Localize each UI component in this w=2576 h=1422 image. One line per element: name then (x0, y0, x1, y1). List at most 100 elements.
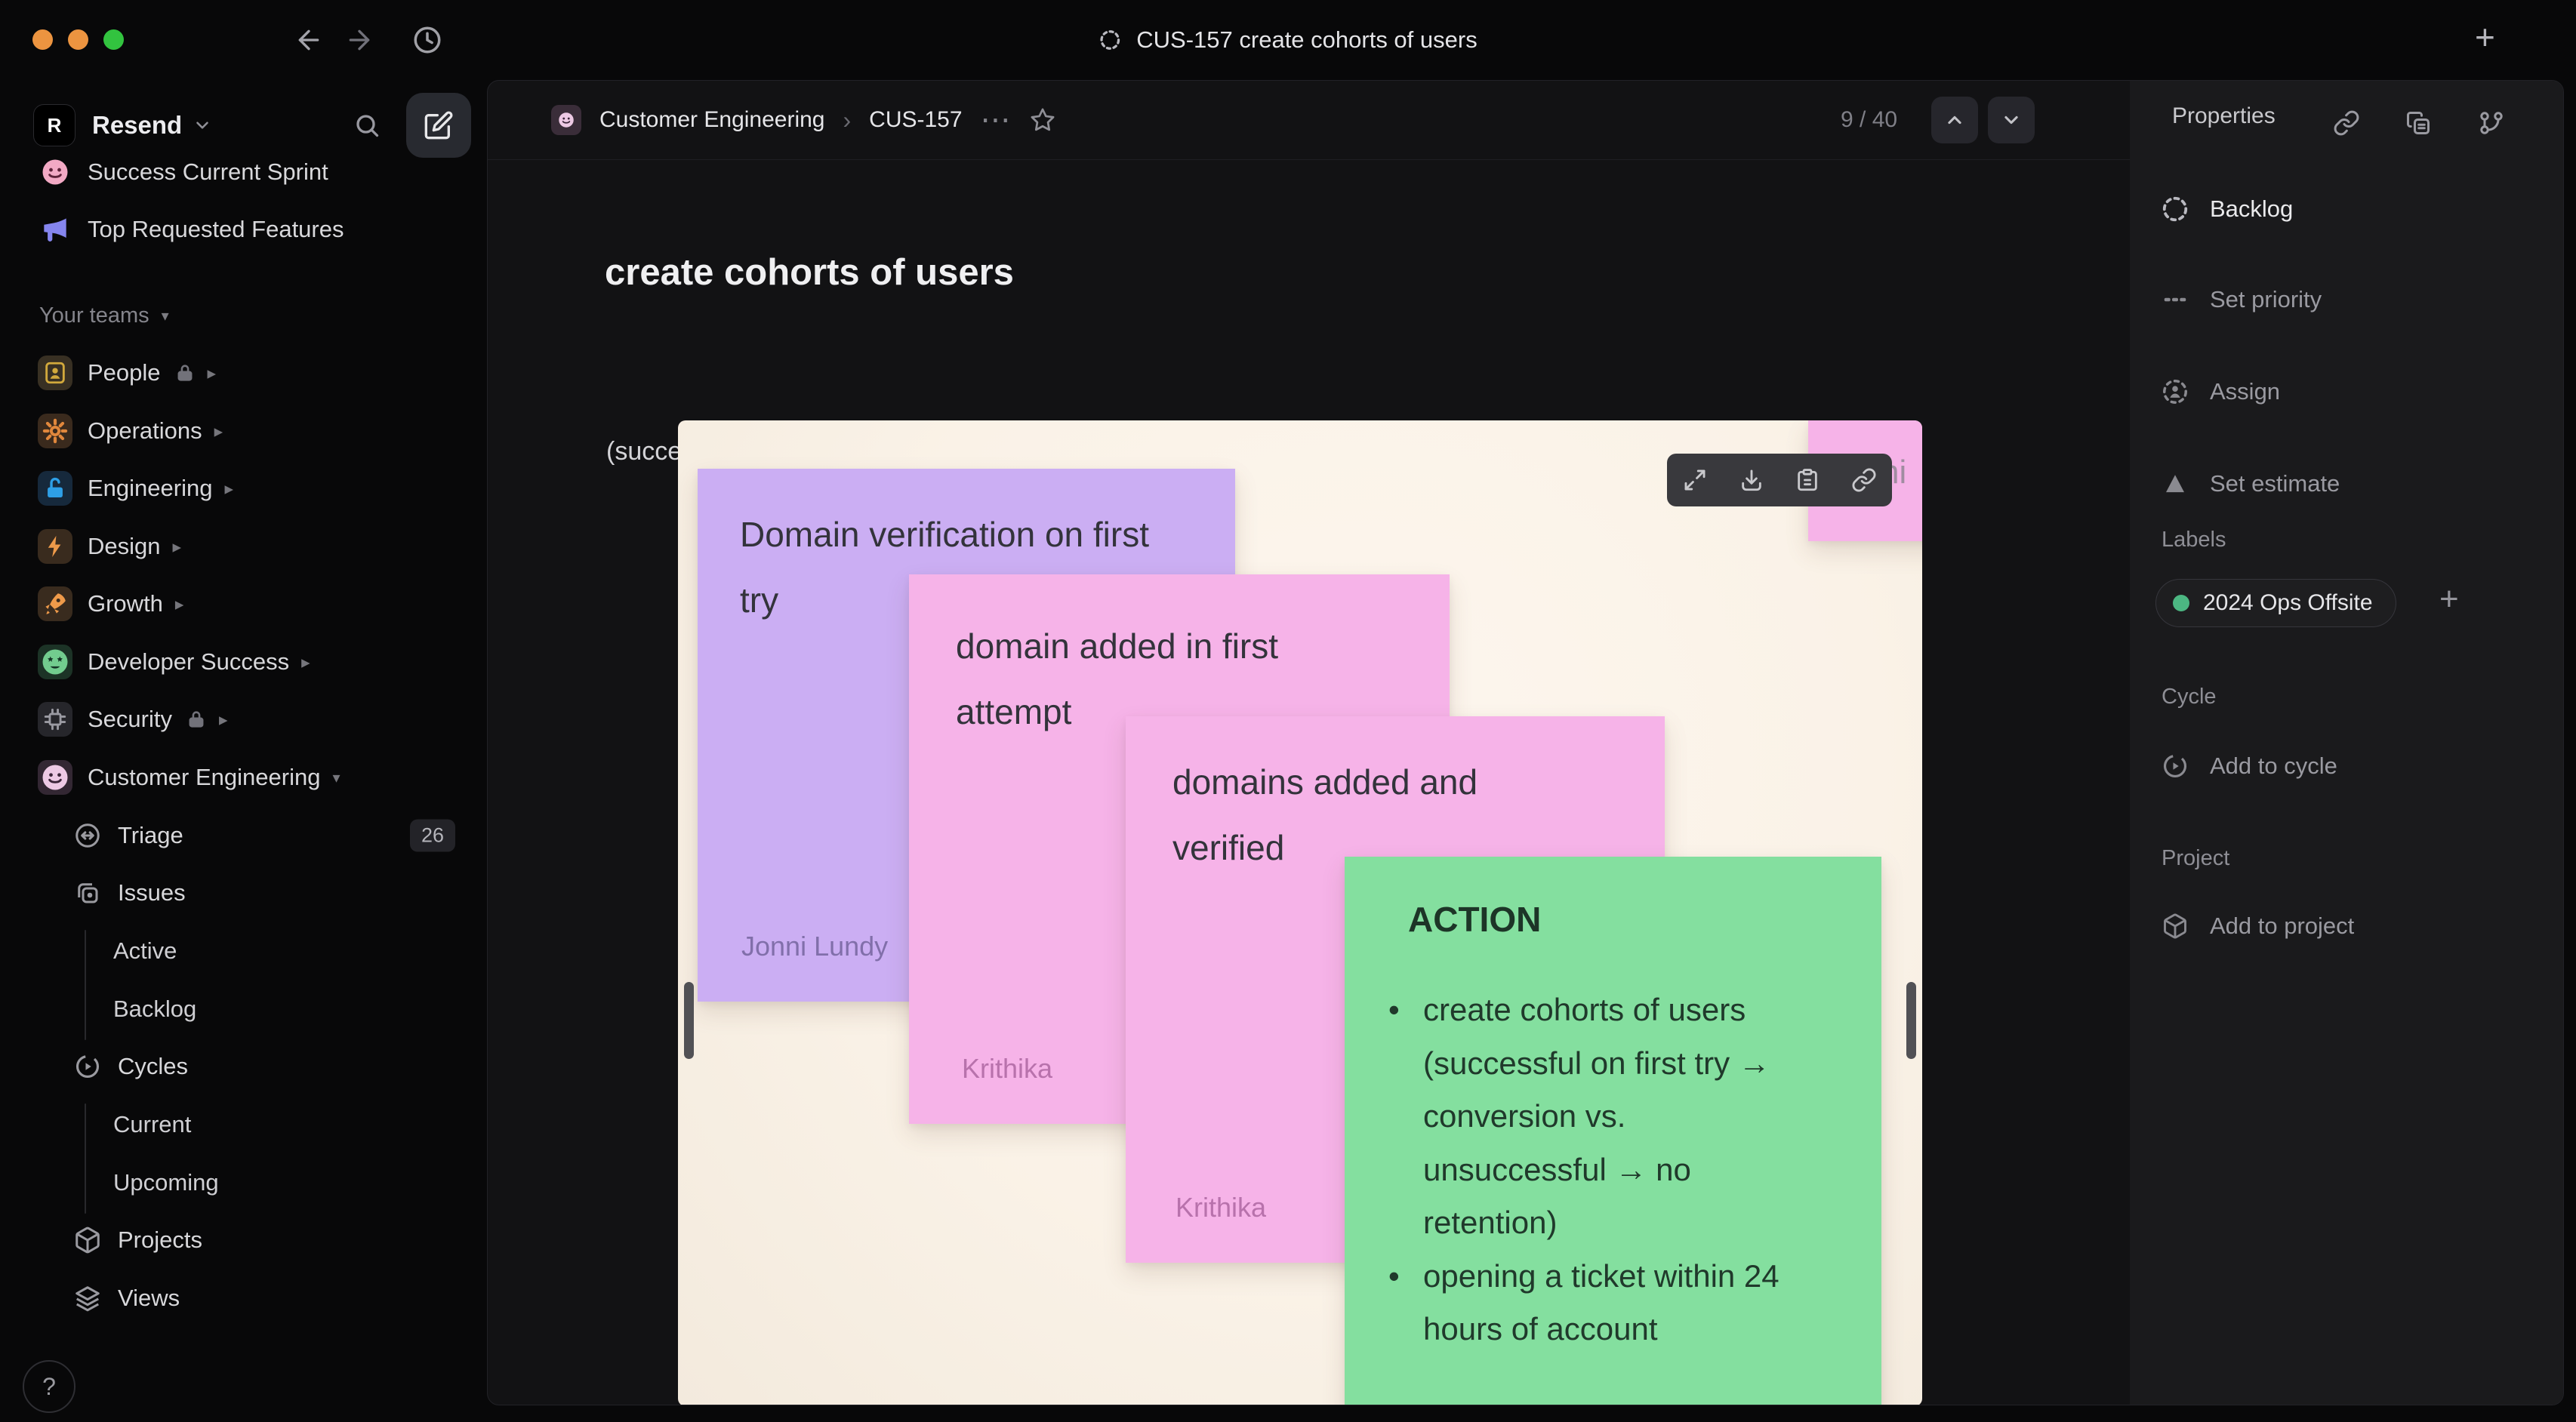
caret-right-icon[interactable]: ▸ (214, 421, 223, 442)
caret-right-icon[interactable]: ▸ (224, 479, 233, 499)
megaphone-icon (38, 212, 72, 247)
assignee-selector[interactable]: Assign (2158, 369, 2280, 414)
sidebar-item-issues[interactable]: Issues (0, 868, 487, 918)
breadcrumb: Customer Engineering › CUS-157 ⋯ (551, 81, 1056, 159)
forward-arrow-icon[interactable] (344, 25, 374, 55)
properties-header: Properties (2172, 103, 2276, 128)
id-badge-icon (38, 356, 72, 390)
sidebar-item-customer-engineering[interactable]: Customer Engineering ▾ (0, 753, 487, 802)
favorite-star-icon[interactable] (1029, 106, 1056, 134)
sidebar-item-backlog[interactable]: Backlog (0, 984, 487, 1034)
sidebar-item-upcoming[interactable]: Upcoming (0, 1158, 487, 1208)
caret-down-icon: ▾ (161, 307, 169, 325)
git-branch-icon[interactable] (2478, 109, 2505, 137)
team-avatar[interactable] (551, 105, 581, 135)
cube-icon (2158, 910, 2192, 943)
sidebar-item-projects[interactable]: Projects (0, 1215, 487, 1265)
sidebar-item-design[interactable]: Design ▸ (0, 522, 487, 571)
sidebar: R Resend Success Current Sprint Top Requ… (0, 80, 487, 1422)
gear-icon (38, 414, 72, 448)
new-tab-plus-icon[interactable]: + (2475, 17, 2495, 57)
cycle-section-header: Cycle (2162, 685, 2217, 709)
sidebar-item-views[interactable]: Views (0, 1273, 487, 1323)
caret-down-icon[interactable]: ▾ (332, 768, 340, 787)
add-to-cycle-button[interactable]: Add to cycle (2158, 743, 2337, 789)
triage-icon (71, 819, 104, 852)
copy-link-icon[interactable] (2333, 109, 2360, 137)
sidebar-item-triage[interactable]: Triage 26 (0, 811, 487, 860)
sidebar-section-your-teams[interactable]: Your teams ▾ (0, 294, 487, 337)
window-title-text: CUS-157 create cohorts of users (1136, 26, 1478, 53)
caret-right-icon[interactable]: ▸ (301, 652, 310, 673)
help-button[interactable]: ? (23, 1360, 75, 1413)
assign-person-icon (2158, 375, 2192, 408)
copy-to-clipboard-icon[interactable] (1795, 467, 1820, 493)
workspace-name[interactable]: Resend (92, 111, 182, 140)
sidebar-item-success-current-sprint[interactable]: Success Current Sprint (0, 147, 487, 197)
caret-right-icon[interactable]: ▸ (219, 709, 228, 730)
priority-selector[interactable]: Set priority (2158, 277, 2322, 322)
backlog-status-icon (2158, 192, 2192, 226)
issue-header: Customer Engineering › CUS-157 ⋯ 9 / 40 (488, 81, 2131, 160)
sidebar-item-top-requested-features[interactable]: Top Requested Features (0, 205, 487, 254)
sidebar-item-security[interactable]: Security ▸ (0, 694, 487, 744)
expand-image-icon[interactable] (1682, 467, 1708, 493)
download-icon[interactable] (1739, 467, 1764, 493)
sidebar-item-developer-success[interactable]: Developer Success ▸ (0, 637, 487, 687)
cube-icon (71, 1223, 104, 1257)
issue-title[interactable]: create cohorts of users (605, 251, 1014, 294)
breadcrumb-issue-id[interactable]: CUS-157 (869, 107, 962, 133)
image-resize-handle-right[interactable] (1906, 982, 1916, 1059)
sidebar-item-people[interactable]: People ▸ (0, 348, 487, 398)
breadcrumb-separator: › (843, 106, 852, 134)
caret-right-icon[interactable]: ▸ (173, 537, 182, 557)
back-arrow-icon[interactable] (294, 25, 324, 55)
traffic-light-zoom[interactable] (103, 29, 124, 50)
chevron-down-icon[interactable] (193, 115, 212, 135)
sidebar-item-active[interactable]: Active (0, 926, 487, 976)
estimate-selector[interactable]: Set estimate (2158, 461, 2340, 506)
note-author: Krithika (1176, 1192, 1267, 1223)
sidebar-item-current[interactable]: Current (0, 1100, 487, 1150)
note-author: Jonni Lundy (741, 931, 889, 962)
traffic-light-minimize[interactable] (68, 29, 88, 50)
lock-icon (186, 709, 207, 730)
smiley-hearts-icon (38, 155, 72, 189)
issues-icon (71, 876, 104, 910)
sidebar-item-growth[interactable]: Growth ▸ (0, 579, 487, 629)
attached-image-whiteboard[interactable]: Domain verification on first try Jonni L… (678, 420, 1922, 1405)
breadcrumb-team[interactable]: Customer Engineering (599, 107, 825, 133)
note-heading: ACTION (1408, 900, 1542, 939)
lightning-bolt-icon (38, 529, 72, 564)
sidebar-item-cycles[interactable]: Cycles (0, 1042, 487, 1091)
issue-view-card: Customer Engineering › CUS-157 ⋯ 9 / 40 … (487, 80, 2564, 1405)
caret-right-icon[interactable]: ▸ (175, 594, 184, 614)
layers-icon (71, 1282, 104, 1315)
sidebar-item-engineering[interactable]: Engineering ▸ (0, 463, 487, 513)
caret-right-icon[interactable]: ▸ (208, 363, 217, 383)
workspace-logo[interactable]: R (33, 104, 75, 146)
triage-count-badge: 26 (409, 819, 455, 852)
sidebar-item-operations[interactable]: Operations ▸ (0, 406, 487, 456)
next-issue-button[interactable] (1988, 97, 2035, 143)
traffic-light-close[interactable] (32, 29, 53, 50)
labels-section-header: Labels (2162, 528, 2226, 552)
previous-issue-button[interactable] (1931, 97, 1978, 143)
label-pill[interactable]: 2024 Ops Offsite (2155, 579, 2396, 627)
cycle-icon (2158, 749, 2192, 783)
copy-link-icon[interactable] (1851, 467, 1877, 493)
copy-id-icon[interactable] (2405, 109, 2432, 137)
status-selector[interactable]: Backlog (2158, 186, 2293, 232)
image-toolbar (1667, 454, 1892, 506)
no-priority-icon (2158, 283, 2192, 316)
lock-icon (174, 362, 196, 383)
add-to-project-button[interactable]: Add to project (2158, 903, 2354, 949)
note-author: Krithika (962, 1053, 1053, 1084)
history-clock-icon[interactable] (411, 24, 443, 56)
project-section-header: Project (2162, 846, 2230, 870)
issue-pager-position: 9 / 40 (1841, 107, 1898, 132)
add-label-plus-icon[interactable]: + (2439, 580, 2459, 618)
search-icon[interactable] (353, 112, 381, 139)
cycle-icon (71, 1050, 104, 1083)
image-resize-handle-left[interactable] (684, 982, 694, 1059)
